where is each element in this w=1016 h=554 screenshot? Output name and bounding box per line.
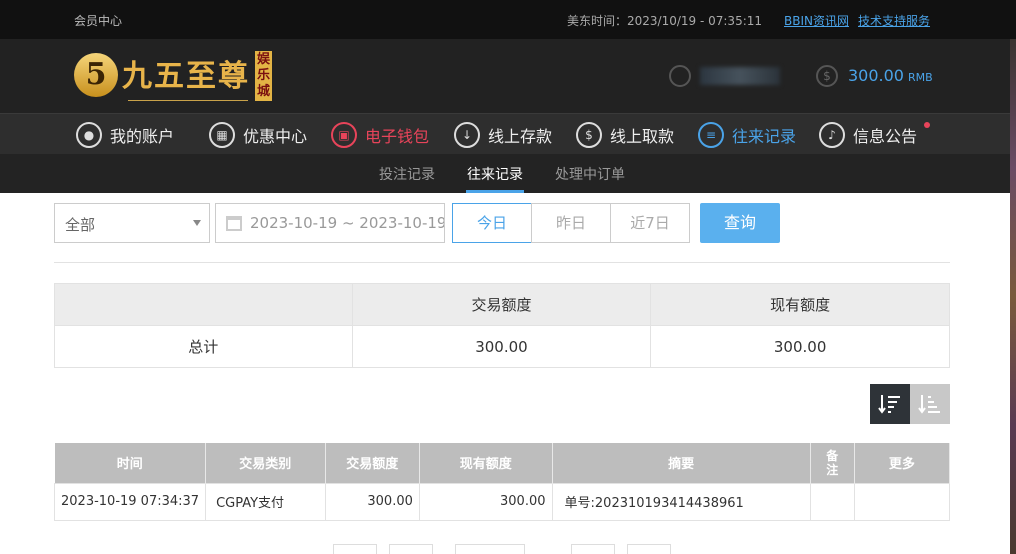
bbin-news-link[interactable]: BBIN资讯网 (784, 12, 849, 29)
cell-summary: 单号:202310193414438961 (551, 482, 811, 521)
bell-icon: ♪ (819, 122, 845, 148)
nav-online-withdraw[interactable]: $ 线上取款 (576, 121, 674, 149)
username-redacted (700, 67, 780, 85)
pagination-last-button[interactable] (627, 544, 671, 554)
nav-label: 信息公告 (853, 127, 918, 146)
summary-header-row: 交易额度 现有额度 (54, 283, 950, 326)
sort-desc-icon (878, 395, 900, 414)
tab-transaction-records[interactable]: 往来记录 (467, 164, 523, 184)
deposit-icon: ↓ (454, 122, 480, 148)
balance-icon: $ (816, 65, 838, 87)
tab-bet-records[interactable]: 投注记录 (379, 164, 435, 184)
nav-promotions[interactable]: ▦ 优惠中心 (209, 121, 307, 149)
pagination-prev-button[interactable] (389, 544, 433, 554)
balance-unit: RMB (907, 71, 933, 84)
column-header: 交易类别 (205, 443, 326, 483)
nav-label: 往来记录 (732, 127, 797, 146)
balance-display: 300.00 RMB (848, 66, 933, 85)
cell-type: CGPAY支付 (205, 482, 326, 521)
column-header: 更多 (854, 443, 951, 483)
main-nav: ● 我的账户 ▦ 优惠中心 ▣ 电子钱包 ↓ 线上存款 $ 线上取款 ≡ 往来记… (0, 113, 1016, 154)
query-button[interactable]: 查询 (700, 203, 780, 243)
records-table: 时间 交易类别 交易额度 现有额度 摘要 备注 更多 2023-10-19 07… (53, 443, 951, 521)
nav-announcements[interactable]: ♪ 信息公告 (819, 121, 917, 149)
nav-label: 电子钱包 (365, 127, 430, 146)
sub-nav: 投注记录 往来记录 处理中订单 (0, 154, 1016, 193)
cell-time: 2023-10-19 07:34:37 (53, 482, 207, 521)
transaction-type-select[interactable]: 全部 (54, 203, 210, 243)
summary-cell: 300.00 (650, 325, 950, 368)
last-7-days-button[interactable]: 近7日 (610, 203, 690, 243)
date-range-value: 2023-10-19 ~ 2023-10-19 (250, 214, 445, 232)
tech-support-link[interactable]: 技术支持服务 (858, 12, 930, 29)
wallet-icon: ▣ (331, 122, 357, 148)
column-header: 交易额度 (325, 443, 420, 483)
pagination-first-button[interactable] (333, 544, 377, 554)
column-header: 备注 (810, 443, 855, 483)
today-button[interactable]: 今日 (452, 203, 532, 243)
column-header: 摘要 (552, 443, 811, 483)
sort-ascending-button[interactable] (910, 384, 950, 424)
record-icon: ≡ (698, 122, 724, 148)
nav-label: 线上取款 (610, 127, 675, 146)
pagination-next-button[interactable] (571, 544, 615, 554)
summary-table: 交易额度 现有额度 总计 300.00 300.00 (54, 283, 950, 368)
cell-remark (809, 482, 855, 521)
user-icon: ● (76, 122, 102, 148)
logo-tag: 娱乐城 (255, 51, 272, 101)
nav-transaction-records[interactable]: ≡ 往来记录 (698, 121, 796, 149)
summary-cell: 总计 (54, 325, 353, 368)
records-header-row: 时间 交易类别 交易额度 现有额度 摘要 备注 更多 (54, 443, 951, 483)
column-header: 时间 (54, 443, 207, 483)
active-tab-indicator (466, 190, 524, 193)
side-background-strip (1010, 39, 1016, 554)
select-value: 全部 (65, 216, 96, 234)
nav-online-deposit[interactable]: ↓ 线上存款 (454, 121, 552, 149)
member-center-label: 会员中心 (74, 14, 123, 28)
nav-my-account[interactable]: ● 我的账户 (76, 121, 174, 149)
summary-header-cell: 交易额度 (351, 283, 652, 326)
summary-header-cell (54, 283, 353, 326)
chevron-down-icon (193, 220, 201, 226)
yesterday-button[interactable]: 昨日 (531, 203, 611, 243)
summary-total-row: 总计 300.00 300.00 (54, 325, 950, 368)
nav-e-wallet[interactable]: ▣ 电子钱包 (331, 121, 429, 149)
top-bar: 会员中心 美东时间：2023/10/19 - 07:35:11 BBIN资讯网 … (0, 0, 1016, 39)
notification-dot (924, 122, 930, 128)
summary-cell: 300.00 (351, 325, 652, 368)
logo-ornament (128, 93, 248, 101)
header: 5 九五至尊 娱乐城 $ 300.00 RMB (0, 39, 1016, 113)
sort-asc-icon (918, 395, 940, 414)
withdraw-icon: $ (576, 122, 602, 148)
summary-header-cell: 现有额度 (650, 283, 950, 326)
eastern-time-label: 美东时间：2023/10/19 - 07:35:11 (567, 14, 763, 28)
sort-descending-button[interactable] (870, 384, 910, 424)
gift-icon: ▦ (209, 122, 235, 148)
user-avatar-icon (669, 65, 691, 87)
table-row: 2023-10-19 07:34:37 CGPAY支付 300.00 300.0… (53, 482, 951, 521)
cell-more[interactable] (853, 482, 951, 521)
column-header: 现有额度 (419, 443, 553, 483)
nav-label: 我的账户 (110, 127, 175, 146)
tab-pending-orders[interactable]: 处理中订单 (555, 164, 625, 184)
balance-amount: 300.00 (848, 66, 904, 85)
cell-amount: 300.00 (324, 482, 420, 521)
logo-emblem: 5 (74, 53, 118, 97)
site-logo[interactable]: 5 九五至尊 娱乐城 (72, 47, 272, 105)
calendar-icon (226, 216, 242, 231)
date-range-input[interactable]: 2023-10-19 ~ 2023-10-19 (215, 203, 445, 243)
divider (54, 262, 950, 263)
pagination-page-input[interactable] (455, 544, 525, 554)
cell-balance: 300.00 (418, 482, 553, 521)
nav-label: 优惠中心 (243, 127, 308, 146)
nav-label: 线上存款 (488, 127, 553, 146)
logo-name: 九五至尊 (122, 59, 250, 94)
